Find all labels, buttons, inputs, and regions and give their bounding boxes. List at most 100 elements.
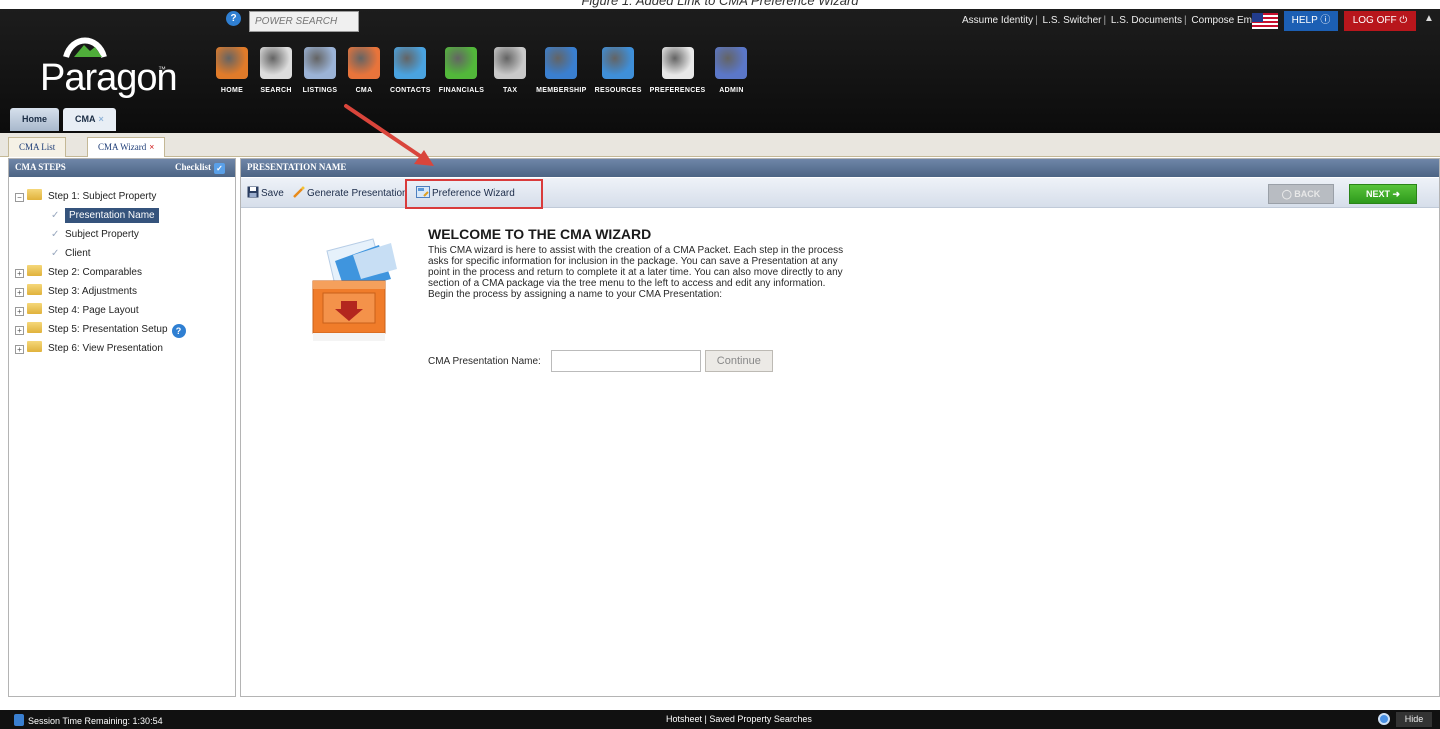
ls-documents-link[interactable]: L.S. Documents	[1111, 15, 1182, 26]
tree-substep-subject-property[interactable]: ✓ Subject Property	[15, 225, 235, 244]
main-tabs: Home CMA ×	[10, 108, 120, 133]
continue-button[interactable]: Continue	[704, 350, 773, 372]
check-icon: ✓	[51, 248, 60, 259]
tax-icon	[494, 47, 527, 79]
welcome-text-line: Begin the process by assigning a name to…	[428, 289, 723, 300]
folder-icon	[27, 341, 42, 352]
floppy-disk-icon	[247, 186, 259, 201]
cma-icon	[348, 47, 380, 79]
checklist-toggle[interactable]: Checklist ✓	[175, 162, 225, 174]
nav-item-listings[interactable]: LISTINGS	[298, 47, 342, 99]
expand-icon[interactable]: +	[15, 307, 24, 316]
steps-tree: − Step 1: Subject Property ✓ Presentation …	[9, 177, 235, 358]
check-icon: ✓	[51, 210, 60, 221]
welcome-text-line: This CMA wizard is here to assist with t…	[428, 245, 844, 256]
help-circle-icon: ⓘ	[1320, 15, 1331, 26]
tree-step-1[interactable]: − Step 1: Subject Property	[15, 187, 235, 206]
app-header: ? Assume Identity| L.S. Switcher| L.S. D…	[0, 9, 1440, 133]
presentation-name-row: CMA Presentation Name: Continue	[428, 349, 773, 373]
home-icon	[216, 47, 248, 79]
nav-item-preferences[interactable]: PREFERENCES	[646, 47, 710, 99]
footer-links[interactable]: Hotsheet | Saved Property Searches	[666, 714, 812, 724]
session-icon	[14, 714, 24, 726]
nav-label: FINANCIALS	[438, 87, 485, 94]
sub-tabs: CMA List CMA Wizard ×	[0, 133, 1440, 157]
preference-wizard-highlight	[405, 179, 543, 209]
nav-item-search[interactable]: SEARCH	[254, 47, 298, 99]
expand-icon[interactable]: +	[15, 345, 24, 354]
search-icon	[260, 47, 292, 79]
nav-label: RESOURCES	[594, 87, 642, 94]
tree-substep-client[interactable]: ✓ Client	[15, 244, 235, 263]
settings-gear-icon[interactable]	[1378, 713, 1390, 725]
hide-button[interactable]: Hide	[1396, 712, 1432, 727]
back-button[interactable]: ◯ BACK	[1268, 184, 1334, 204]
tree-substep-presentation-name[interactable]: ✓ Presentation Name	[15, 206, 235, 225]
folder-icon	[27, 303, 42, 314]
presentation-panel: PRESENTATION NAME Save Generate Presenta…	[240, 158, 1440, 697]
wand-icon	[293, 186, 305, 201]
paragon-logo: Paragon ™	[40, 29, 200, 99]
power-icon: ⏻	[1399, 15, 1408, 26]
expand-icon[interactable]: +	[15, 326, 24, 335]
help-button[interactable]: HELP ⓘ	[1284, 11, 1338, 31]
preferences-icon	[661, 47, 694, 79]
welcome-text-line: section of a CMA package via the tree me…	[428, 278, 826, 289]
nav-label: CMA	[355, 87, 373, 94]
tree-step-5[interactable]: + Step 5: Presentation Setup?	[15, 320, 235, 339]
welcome-text-line: asks for specific information for inclus…	[428, 256, 838, 267]
resources-icon	[602, 47, 635, 79]
generate-presentation-button[interactable]: Generate Presentation	[293, 186, 408, 201]
nav-item-admin[interactable]: ADMIN	[709, 47, 753, 99]
cma-box-illustration	[312, 238, 397, 341]
tree-step-4[interactable]: + Step 4: Page Layout	[15, 301, 235, 320]
tree-step-2[interactable]: + Step 2: Comparables	[15, 263, 235, 282]
nav-label: HOME	[220, 87, 244, 94]
next-arrow-icon: ➜	[1392, 189, 1401, 199]
close-tab-icon[interactable]: ×	[99, 114, 104, 124]
folder-icon	[27, 284, 42, 295]
collapse-header-icon[interactable]: ▲	[1424, 13, 1434, 24]
tree-step-6[interactable]: + Step 6: View Presentation	[15, 339, 235, 358]
tab-cma-wizard[interactable]: CMA Wizard ×	[87, 137, 166, 157]
listings-icon	[304, 47, 336, 79]
power-search-input[interactable]	[249, 11, 359, 32]
nav-item-tax[interactable]: TAX	[488, 47, 532, 99]
expand-icon[interactable]: +	[15, 288, 24, 297]
tab-home[interactable]: Home	[10, 108, 60, 131]
presentation-name-label: CMA Presentation Name:	[428, 355, 541, 367]
nav-label: SEARCH	[260, 87, 292, 94]
nav-label: ADMIN	[719, 87, 744, 94]
logoff-button[interactable]: LOG OFF ⏻	[1344, 11, 1416, 31]
expand-icon[interactable]: +	[15, 269, 24, 278]
welcome-block: WELCOME TO THE CMA WIZARD This CMA wizar…	[428, 226, 908, 300]
cma-steps-header: CMA STEPS Checklist ✓	[9, 159, 235, 177]
us-flag-icon[interactable]	[1252, 13, 1278, 29]
help-icon[interactable]: ?	[171, 324, 186, 338]
presentation-name-input[interactable]	[550, 350, 701, 372]
figure-caption: Figure 1: Added Link to CMA Preference W…	[0, 0, 1440, 9]
next-button[interactable]: NEXT ➜	[1349, 184, 1417, 204]
nav-label: CONTACTS	[390, 87, 431, 94]
folder-icon	[27, 322, 42, 333]
admin-icon	[715, 47, 748, 79]
wizard-toolbar: Save Generate Presentation Preference Wi…	[241, 178, 1439, 209]
tree-step-3[interactable]: + Step 3: Adjustments	[15, 282, 235, 301]
close-wizard-icon[interactable]: ×	[149, 142, 154, 152]
nav-item-membership[interactable]: MEMBERSHIP	[532, 47, 590, 99]
save-button[interactable]: Save	[247, 186, 284, 201]
nav-label: LISTINGS	[302, 87, 338, 94]
assume-identity-link[interactable]: Assume Identity	[962, 15, 1033, 26]
tab-cma[interactable]: CMA ×	[63, 108, 116, 131]
nav-item-home[interactable]: HOME	[210, 47, 254, 99]
nav-item-cma[interactable]: CMA	[342, 47, 386, 99]
nav-item-resources[interactable]: RESOURCES	[591, 47, 646, 99]
power-search-help-icon[interactable]: ?	[226, 11, 241, 26]
ls-switcher-link[interactable]: L.S. Switcher	[1043, 15, 1102, 26]
check-icon: ✓	[51, 229, 60, 240]
status-bar: Session Time Remaining: 1:30:54 Hotsheet…	[0, 710, 1440, 729]
nav-item-financials[interactable]: FINANCIALS	[435, 47, 488, 99]
nav-item-contacts[interactable]: CONTACTS	[386, 47, 435, 99]
tab-cma-list[interactable]: CMA List	[8, 137, 67, 157]
collapse-icon[interactable]: −	[15, 193, 24, 202]
